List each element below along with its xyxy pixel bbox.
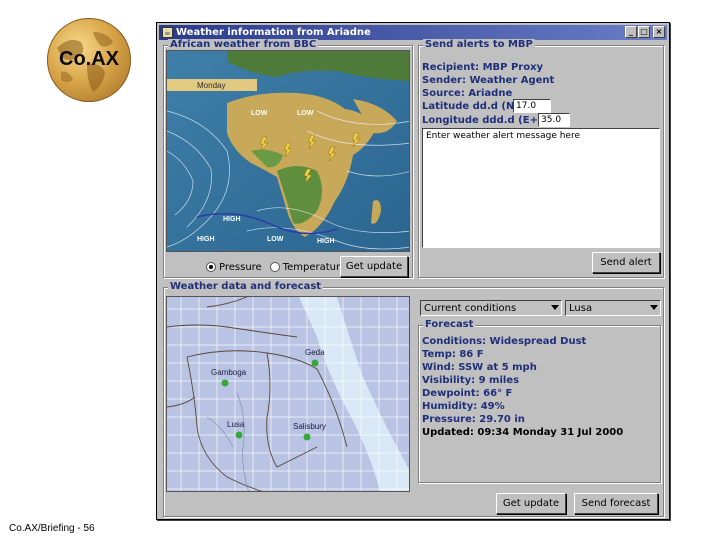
bbc-weather-map: Monday LOW LOW HIGH HIGH LOW HIGH <box>166 50 410 252</box>
city-label-geda: Geda <box>305 348 325 357</box>
forecast-group-title: Weather data and forecast <box>168 281 324 292</box>
city-marker-geda[interactable] <box>311 359 319 367</box>
forecast-conditions: Conditions: Widespread Dust <box>422 336 587 347</box>
map-high-label-1: HIGH <box>223 216 241 223</box>
city-marker-salisbury[interactable] <box>303 433 311 441</box>
sender-text: Sender: Weather Agent <box>422 75 555 86</box>
conditions-mode-select[interactable]: Current conditions <box>420 300 562 316</box>
map-type-radio-group: Pressure Temperature <box>206 260 354 274</box>
map-low-label-1: LOW <box>251 110 268 117</box>
map-low-label-3: LOW <box>267 236 284 243</box>
recipient-text: Recipient: MBP Proxy <box>422 62 544 73</box>
city-label-gamboga: Gamboga <box>211 368 247 377</box>
maximize-icon[interactable]: □ <box>638 26 650 38</box>
regional-map-graphic: Geda Gamboga Lusa Salisbury <box>167 297 409 491</box>
city-marker-gamboga[interactable] <box>221 379 229 387</box>
source-text: Source: Ariadne <box>422 88 513 99</box>
bbc-get-update-button[interactable]: Get update <box>340 256 408 277</box>
city-marker-lusa[interactable] <box>235 431 243 439</box>
forecast-updated-time: Updated: 09:34 Monday 31 Jul 2000 <box>422 427 624 438</box>
forecast-humidity: Humidity: 49% <box>422 401 505 412</box>
chevron-down-icon <box>551 305 559 310</box>
window-controls: _ □ × <box>625 26 665 38</box>
forecast-temp: Temp: 86 F <box>422 349 484 360</box>
chevron-down-icon <box>650 305 658 310</box>
slide-footer: Co.AX/Briefing - 56 <box>9 523 95 534</box>
forecast-dewpoint: Dewpoint: 66° F <box>422 388 513 399</box>
close-icon[interactable]: × <box>653 26 665 38</box>
bbc-group-title: African weather from BBC <box>168 39 319 50</box>
window-title: Weather information from Ariadne <box>176 27 371 38</box>
pressure-radio[interactable] <box>206 262 216 272</box>
forecast-pressure: Pressure: 29.70 in <box>422 414 525 425</box>
city-label-salisbury: Salisbury <box>293 422 326 431</box>
map-high-label-3: HIGH <box>317 238 335 245</box>
alert-message-textarea[interactable]: Enter weather alert message here <box>422 128 660 248</box>
alert-group-title: Send alerts to MBP <box>423 39 535 50</box>
location-value: Lusa <box>569 302 593 314</box>
forecast-get-update-button[interactable]: Get update <box>496 493 566 514</box>
map-low-label-2: LOW <box>297 110 314 117</box>
longitude-input[interactable]: 35.0 <box>538 113 570 127</box>
forecast-visibility: Visibility: 9 miles <box>422 375 520 386</box>
pressure-radio-label[interactable]: Pressure <box>219 262 262 273</box>
logo-text: Co.AX <box>59 48 119 70</box>
conditions-mode-value: Current conditions <box>424 302 517 314</box>
coffee-cup-icon: ☕ <box>162 27 173 38</box>
forecast-subgroup-title: Forecast <box>423 319 476 330</box>
title-bar[interactable]: ☕ Weather information from Ariadne _ □ × <box>159 25 667 40</box>
temperature-radio[interactable] <box>269 262 280 272</box>
temperature-radio-label[interactable]: Temperature <box>283 262 346 273</box>
city-label-lusa: Lusa <box>227 420 245 429</box>
map-day-label: Monday <box>197 81 225 90</box>
send-alert-button[interactable]: Send alert <box>592 252 660 273</box>
latitude-input[interactable]: 17.0 <box>513 99 551 113</box>
regional-map: Geda Gamboga Lusa Salisbury <box>166 296 410 492</box>
minimize-icon[interactable]: _ <box>625 26 637 38</box>
send-forecast-button[interactable]: Send forecast <box>574 493 658 514</box>
forecast-wind: Wind: SSW at 5 mph <box>422 362 537 373</box>
location-select[interactable]: Lusa <box>565 300 661 316</box>
bbc-map-graphic: Monday LOW LOW HIGH HIGH LOW HIGH <box>167 51 409 251</box>
coax-globe-logo: Co.AX <box>47 18 131 102</box>
map-high-label-2: HIGH <box>197 236 215 243</box>
